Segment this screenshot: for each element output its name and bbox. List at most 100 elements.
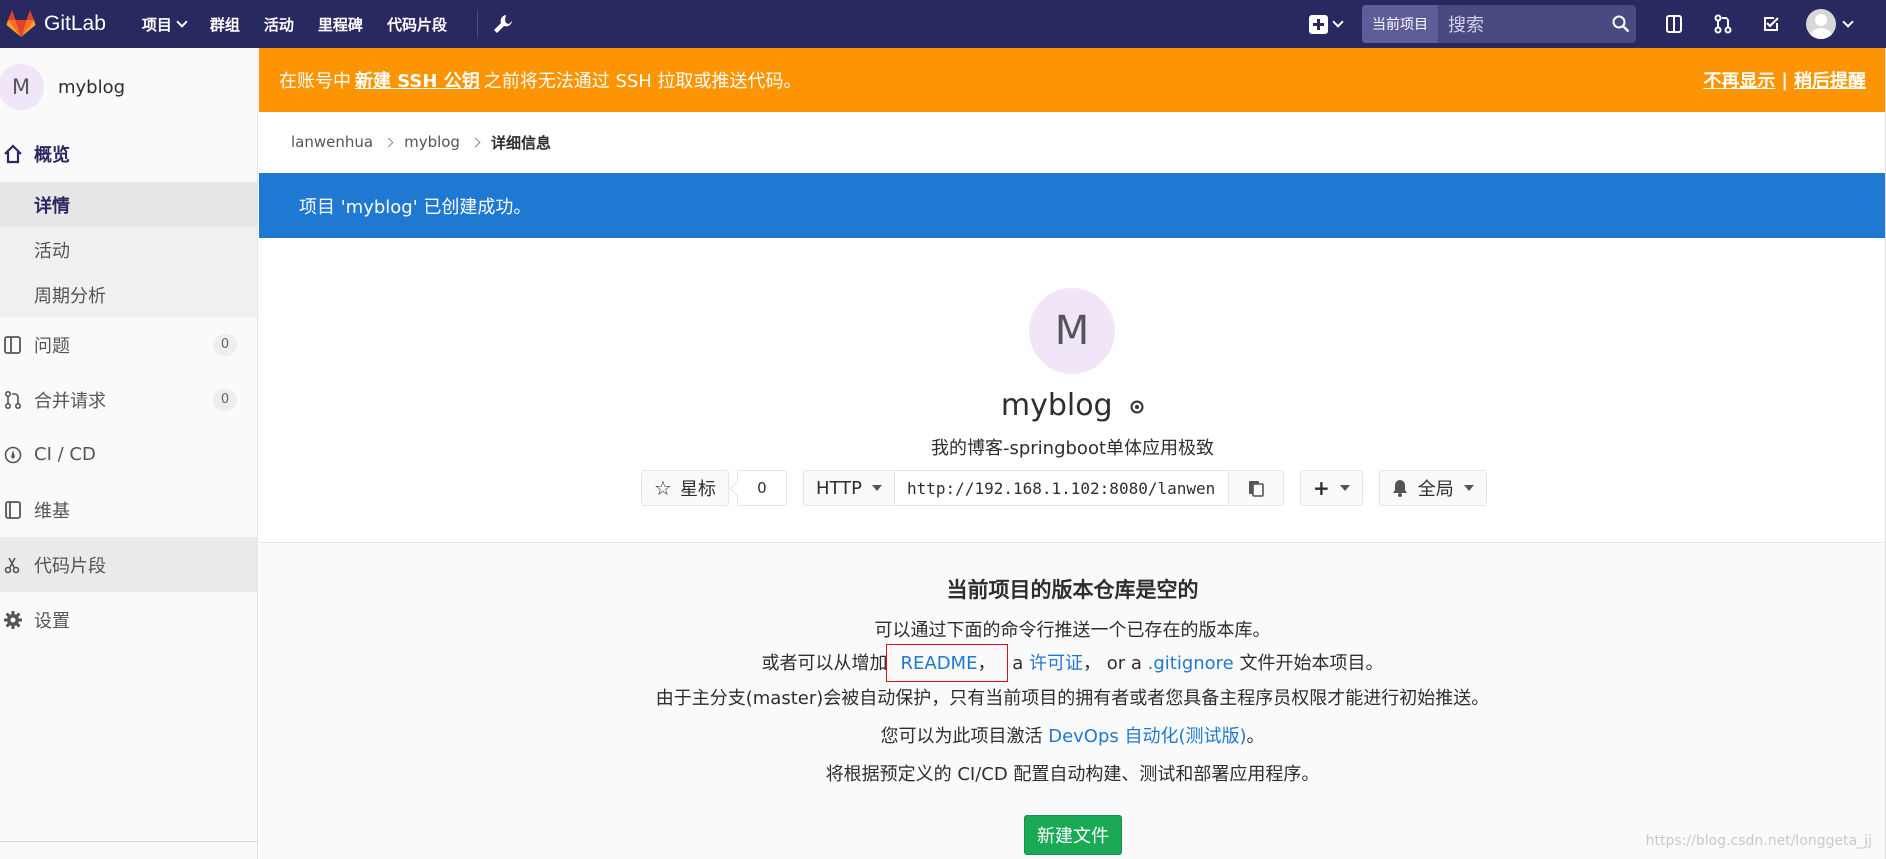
flash-notice[interactable]: 项目 'myblog' 已创建成功。	[259, 173, 1886, 238]
line2-comma-2: ，	[1082, 653, 1101, 674]
search-icon[interactable]	[1606, 15, 1636, 33]
sidebar-subitem-details[interactable]: 详情	[0, 182, 257, 227]
line2-comma-1: ，	[977, 653, 996, 674]
clone-url-input[interactable]: http://192.168.1.102:8080/lanwen	[895, 470, 1229, 506]
ssh-warning-suffix: 之前将无法通过 SSH 拉取或推送代码。	[483, 71, 802, 92]
sidebar-project-name: myblog	[58, 76, 126, 98]
add-ssh-key-link[interactable]: 新建 SSH 公钥	[355, 67, 480, 93]
empty-repo-line-3: 由于主分支(master)会被自动保护，只有当前项目的拥有者或者您具备主程序员权…	[655, 688, 1490, 709]
sidebar-item-label: 问题	[34, 335, 70, 357]
sidebar-subitem-cycle-analytics[interactable]: 周期分析	[0, 272, 257, 317]
sidebar-item-wiki[interactable]: 维基	[0, 482, 257, 537]
breadcrumb-current[interactable]: 详细信息	[491, 132, 551, 153]
caret-down-icon	[1463, 485, 1474, 491]
sidebar-item-issues[interactable]: 问题 0	[0, 317, 257, 372]
nav-activity[interactable]: 活动	[264, 14, 294, 35]
issues-nav-icon[interactable]	[1662, 11, 1688, 37]
merge-requests-nav-icon[interactable]	[1710, 11, 1736, 37]
user-menu-button[interactable]	[1806, 9, 1854, 39]
breadcrumb-namespace[interactable]: lanwenhua	[291, 133, 373, 151]
clone-protocol-dropdown[interactable]: HTTP	[802, 470, 896, 506]
line2-suffix: 文件开始本项目。	[1239, 653, 1384, 674]
nav-groups[interactable]: 群组	[210, 14, 240, 35]
search-scope-badge[interactable]: 当前项目	[1362, 5, 1438, 43]
gear-icon	[2, 609, 24, 631]
star-count[interactable]: 0	[736, 470, 787, 506]
chevron-down-icon	[1332, 16, 1344, 28]
remind-later-link[interactable]: 稍后提醒	[1794, 67, 1866, 93]
clone-protocol-label: HTTP	[815, 477, 863, 499]
plus-square-icon	[1309, 14, 1328, 34]
star-button[interactable]: ☆ 星标	[641, 470, 729, 506]
readme-highlight-box: README，	[885, 644, 1009, 682]
add-license-link[interactable]: 许可证	[1029, 653, 1083, 674]
sidebar-subitem-activity[interactable]: 活动	[0, 227, 257, 272]
gitlab-home-link[interactable]: GitLab	[0, 0, 106, 48]
issues-icon	[2, 334, 24, 356]
project-actions: ☆ 星标 0 HTTP http://192.168.1.102:8080/la…	[641, 470, 1487, 506]
star-icon: ☆	[654, 476, 672, 500]
bell-icon	[1392, 480, 1407, 497]
project-description: 我的博客-springboot单体应用极致	[930, 438, 1215, 459]
sidebar-project-header[interactable]: M myblog	[0, 48, 257, 126]
sidebar-item-merge-requests[interactable]: 合并请求 0	[0, 372, 257, 427]
auto-devops-link[interactable]: DevOps 自动化(测试版)	[1048, 726, 1246, 747]
sidebar-collapse-toggle[interactable]	[0, 841, 258, 859]
home-icon	[2, 143, 24, 165]
merge-request-icon	[2, 389, 24, 411]
globe-icon	[1130, 400, 1144, 413]
notification-dropdown[interactable]: 全局	[1378, 470, 1487, 506]
sidebar-item-snippets[interactable]: 代码片段	[0, 537, 257, 592]
nav-snippets[interactable]: 代码片段	[387, 14, 447, 35]
line2-a: a	[1012, 653, 1024, 674]
breadcrumb-project[interactable]: myblog	[404, 133, 460, 151]
brand-name: GitLab	[44, 12, 106, 35]
star-label: 星标	[679, 479, 716, 500]
nav-divider	[476, 10, 478, 38]
add-to-project-dropdown[interactable]: +	[1300, 470, 1363, 506]
line4-prefix: 您可以为此项目激活	[880, 726, 1043, 747]
search-box: 当前项目 搜索	[1362, 5, 1636, 43]
clipboard-icon	[1249, 481, 1264, 497]
add-gitignore-link[interactable]: .gitignore	[1148, 653, 1234, 674]
main-content: 在账号中 新建 SSH 公钥 之前将无法通过 SSH 拉取或推送代码。 不再显示…	[259, 48, 1886, 859]
issues-count-badge: 0	[213, 333, 237, 356]
project-avatar: M	[0, 64, 44, 110]
user-avatar	[1806, 9, 1836, 39]
new-file-button[interactable]: 新建文件	[1024, 815, 1122, 855]
line2-prefix: 或者可以从增加	[761, 653, 888, 674]
flash-message: 项目 'myblog' 已创建成功。	[299, 196, 532, 218]
sidebar-item-label: 设置	[34, 610, 70, 632]
notification-level: 全局	[1417, 479, 1454, 500]
project-sidebar: M myblog 概览 详情 活动 周期分析 问题 0 合并请求 0 CI / …	[0, 48, 258, 859]
sidebar-item-label: 概览	[34, 145, 70, 166]
chevron-down-icon	[1842, 16, 1854, 28]
caret-down-icon	[1339, 485, 1350, 491]
dont-show-again-link[interactable]: 不再显示	[1703, 67, 1775, 93]
add-readme-link[interactable]: README	[901, 653, 978, 674]
project-avatar-large: M	[1029, 288, 1115, 374]
copy-url-button[interactable]	[1228, 470, 1285, 506]
nav-projects[interactable]: 项目	[142, 14, 188, 35]
admin-area-link[interactable]	[492, 13, 514, 35]
chevron-down-icon	[176, 16, 188, 28]
project-home-panel: M myblog 我的博客-springboot单体应用极致 ☆ 星标 0 HT…	[259, 238, 1886, 543]
search-input[interactable]: 搜索	[1438, 5, 1606, 43]
scissors-icon	[2, 554, 24, 576]
overview-submenu: 详情 活动 周期分析	[0, 182, 257, 317]
project-title: myblog	[259, 388, 1886, 423]
sidebar-item-ci-cd[interactable]: CI / CD	[0, 427, 257, 482]
empty-repo-line-5: 将根据预定义的 CI/CD 配置自动构建、测试和部署应用程序。	[825, 764, 1320, 785]
sidebar-item-settings[interactable]: 设置	[0, 592, 257, 647]
sidebar-item-label: CI / CD	[34, 444, 96, 465]
empty-repo-line-1: 可以通过下面的命令行推送一个已存在的版本库。	[874, 620, 1271, 641]
book-icon	[2, 499, 24, 521]
todos-nav-icon[interactable]	[1758, 11, 1784, 37]
new-dropdown-button[interactable]	[1309, 14, 1344, 34]
sidebar-item-overview[interactable]: 概览	[0, 126, 257, 182]
merge-requests-count-badge: 0	[213, 388, 237, 411]
line4-suffix: 。	[1246, 726, 1265, 747]
watermark-text: https://blog.csdn.net/longgeta_jj	[1645, 833, 1872, 849]
plus-icon: +	[1313, 476, 1330, 500]
nav-milestones[interactable]: 里程碑	[318, 14, 363, 35]
